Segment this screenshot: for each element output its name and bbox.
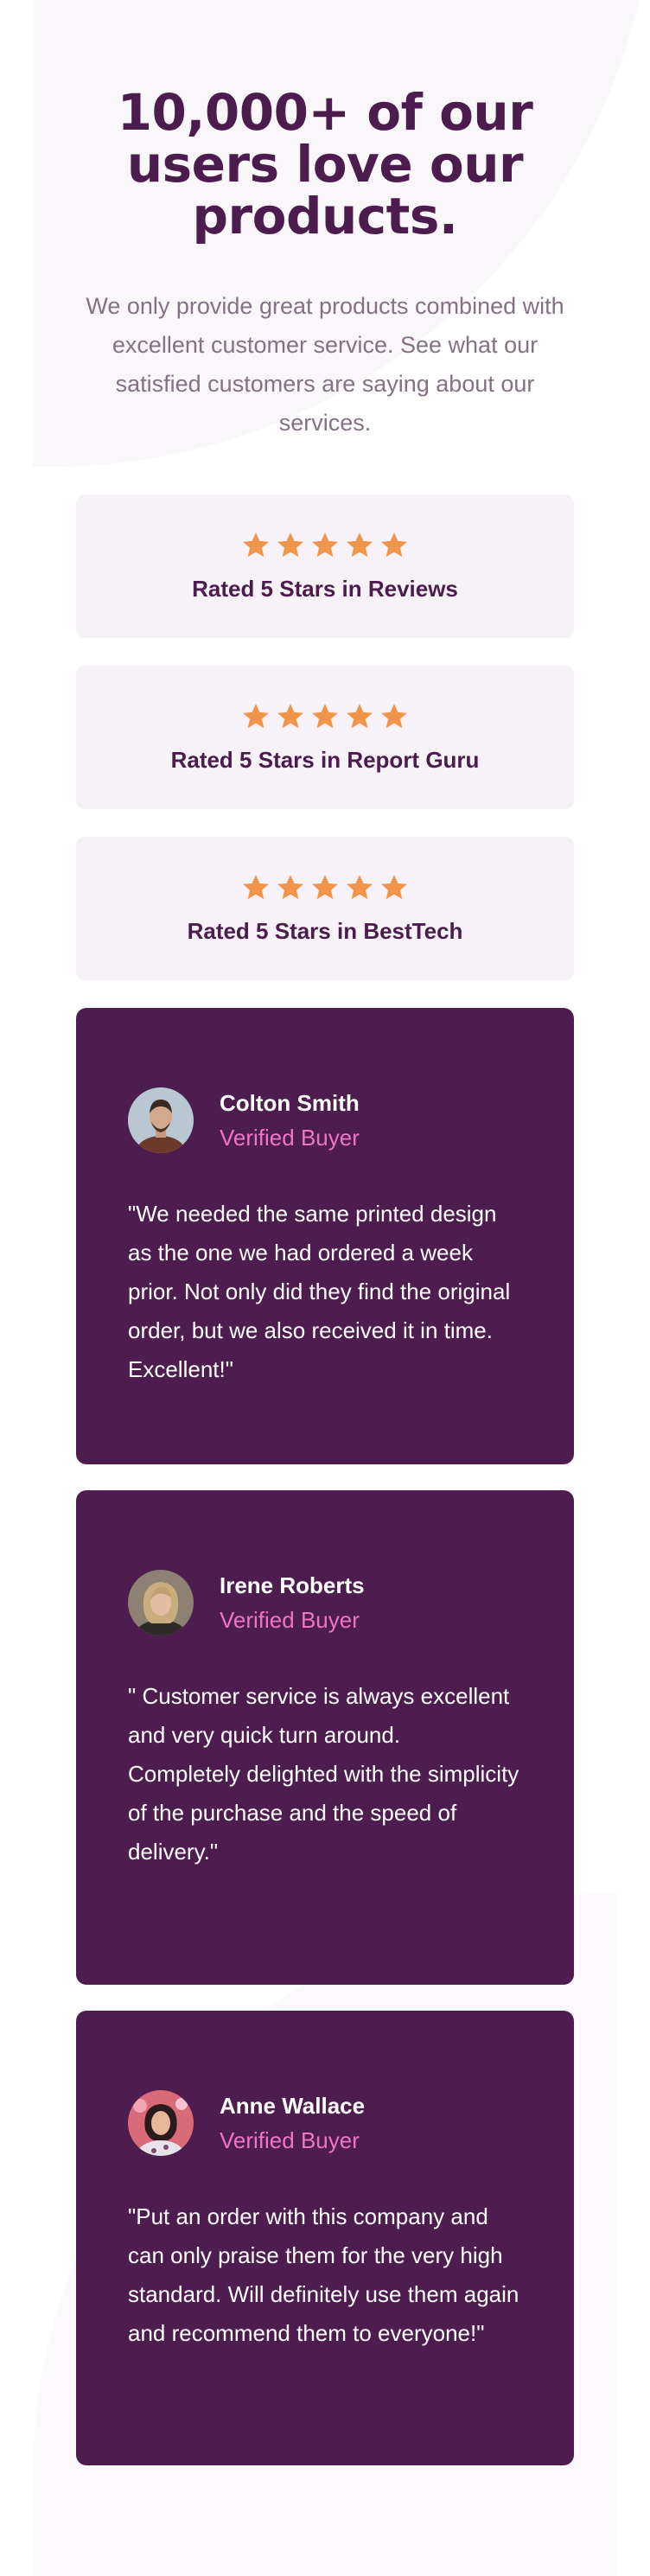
star-icon — [243, 532, 269, 558]
reviewer-name: Colton Smith — [220, 1090, 360, 1116]
testimonials-list: Colton Smith Verified Buyer "We needed t… — [76, 1008, 574, 2465]
avatar-irene — [128, 1570, 194, 1636]
testimonial-quote: "Put an order with this company and can … — [128, 2203, 519, 2346]
reviewer-role: Verified Buyer — [220, 1607, 360, 1633]
star-icon — [312, 532, 338, 558]
testimonial-header: Colton Smith Verified Buyer — [128, 1087, 522, 1153]
star-icon — [243, 704, 269, 729]
testimonial-meta: Colton Smith Verified Buyer — [220, 1087, 360, 1153]
reviewer-name: Anne Wallace — [220, 2093, 366, 2119]
star-icon — [381, 532, 407, 558]
star-icon — [277, 875, 303, 900]
star-icon — [312, 704, 338, 729]
star-icon — [243, 875, 269, 900]
avatar-colton — [128, 1087, 194, 1153]
rating-label: Rated 5 Stars in BestTech — [187, 918, 463, 944]
star-icon — [347, 532, 373, 558]
star-rating — [76, 702, 574, 731]
star-icon — [381, 704, 407, 729]
star-rating — [76, 531, 574, 560]
testimonial-card-irene: Irene Roberts Verified Buyer " Customer … — [76, 1490, 574, 1985]
testimonial-header: Irene Roberts Verified Buyer — [128, 1570, 522, 1636]
rating-card-reviews: Rated 5 Stars in Reviews — [76, 494, 574, 638]
testimonial-card-colton: Colton Smith Verified Buyer "We needed t… — [76, 1008, 574, 1464]
star-rating — [76, 873, 574, 902]
rating-label: Rated 5 Stars in Report Guru — [170, 747, 480, 773]
reviewer-name: Irene Roberts — [220, 1572, 365, 1598]
testimonial-card-anne: Anne Wallace Verified Buyer "Put an orde… — [76, 2011, 574, 2465]
rating-card-besttech: Rated 5 Stars in BestTech — [76, 837, 574, 980]
testimonial-quote: "We needed the same printed design as th… — [128, 1201, 511, 1382]
star-icon — [277, 704, 303, 729]
rating-card-report-guru: Rated 5 Stars in Report Guru — [76, 666, 574, 809]
hero-title: 10,000+ of our users love our products. — [117, 83, 533, 245]
reviewer-role: Verified Buyer — [220, 2127, 360, 2153]
avatar-anne — [128, 2090, 194, 2156]
star-icon — [312, 875, 338, 900]
ratings-list: Rated 5 Stars in Reviews Rated 5 Stars i… — [76, 494, 574, 980]
testimonial-quote: " Customer service is always excellent a… — [128, 1683, 519, 1865]
star-icon — [381, 875, 407, 900]
star-icon — [277, 532, 303, 558]
testimonial-meta: Irene Roberts Verified Buyer — [220, 1570, 365, 1636]
testimonial-header: Anne Wallace Verified Buyer — [128, 2090, 522, 2156]
star-icon — [347, 704, 373, 729]
reviewer-role: Verified Buyer — [220, 1125, 360, 1151]
social-proof-section: 10,000+ of our users love our products. … — [0, 86, 650, 2465]
hero-description: We only provide great products combined … — [86, 293, 564, 436]
rating-label: Rated 5 Stars in Reviews — [192, 576, 458, 602]
star-icon — [347, 875, 373, 900]
testimonial-meta: Anne Wallace Verified Buyer — [220, 2090, 365, 2156]
